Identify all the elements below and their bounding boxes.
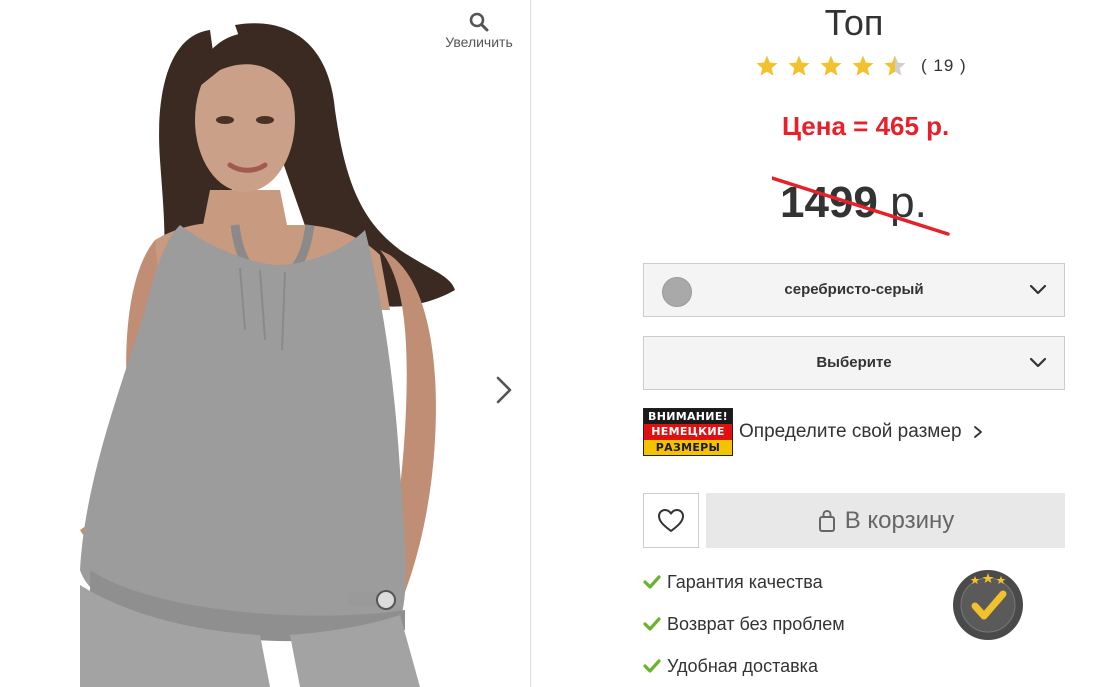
size-select-value: Выберите: [816, 354, 892, 371]
size-select[interactable]: Выберите: [643, 336, 1065, 390]
german-sizes-badge: ВНИМАНИЕ! НЕМЕЦКИЕ РАЗМЕРЫ: [643, 408, 733, 456]
shopping-bag-icon: [818, 509, 835, 532]
promo-price: Цена = 465 р.: [782, 111, 950, 141]
color-select-value: серебристо-серый: [784, 281, 924, 298]
benefit-item: Гарантия качества: [643, 570, 845, 594]
zoom-button[interactable]: Увеличить: [438, 12, 520, 52]
star-icon: [852, 55, 874, 76]
product-title: Топ: [824, 2, 884, 43]
rating-stars[interactable]: ( 19 ): [755, 53, 967, 79]
size-guide-link[interactable]: ВНИМАНИЕ! НЕМЕЦКИЕ РАЗМЕРЫ Определите св…: [643, 408, 986, 456]
review-count[interactable]: ( 19 ): [921, 56, 967, 76]
color-select[interactable]: серебристо-серый: [643, 263, 1065, 317]
chevron-down-icon: [1029, 357, 1047, 368]
chevron-down-icon: [1029, 284, 1047, 295]
benefit-item: Удобная доставка: [643, 654, 845, 678]
old-price-number: 1499: [780, 178, 878, 227]
chevron-right-icon: [973, 426, 982, 438]
star-icon: [756, 55, 778, 76]
quality-seal-icon: [953, 570, 1023, 640]
badge-line-1: ВНИМАНИЕ!: [644, 409, 732, 425]
heart-icon: [658, 508, 684, 532]
benefit-label: Гарантия качества: [667, 571, 823, 592]
star-half-icon: [884, 55, 906, 76]
old-price: 1499 р.: [780, 178, 927, 228]
star-icon: [820, 55, 842, 76]
product-gallery: Увеличить: [0, 0, 531, 687]
benefit-label: Возврат без проблем: [667, 613, 845, 634]
chevron-right-icon[interactable]: [490, 372, 518, 408]
badge-line-2: НЕМЕЦКИЕ: [644, 424, 732, 440]
size-guide-label: Определите свой размер: [739, 421, 962, 442]
wishlist-button[interactable]: [643, 493, 699, 548]
star-icon: [788, 55, 810, 76]
product-photo[interactable]: [60, 10, 480, 687]
check-icon: [643, 659, 661, 673]
search-icon: [469, 12, 489, 32]
benefit-label: Удобная доставка: [667, 655, 818, 676]
check-icon: [643, 575, 661, 589]
add-to-cart-label: В корзину: [844, 506, 955, 534]
old-price-currency: р.: [877, 178, 927, 227]
add-to-cart-button[interactable]: В корзину: [706, 493, 1065, 548]
benefits-list: Гарантия качества Возврат без проблем Уд…: [643, 570, 845, 687]
zoom-label: Увеличить: [445, 34, 513, 50]
check-icon: [643, 617, 661, 631]
badge-line-3: РАЗМЕРЫ: [644, 439, 732, 455]
benefit-item: Возврат без проблем: [643, 612, 845, 636]
